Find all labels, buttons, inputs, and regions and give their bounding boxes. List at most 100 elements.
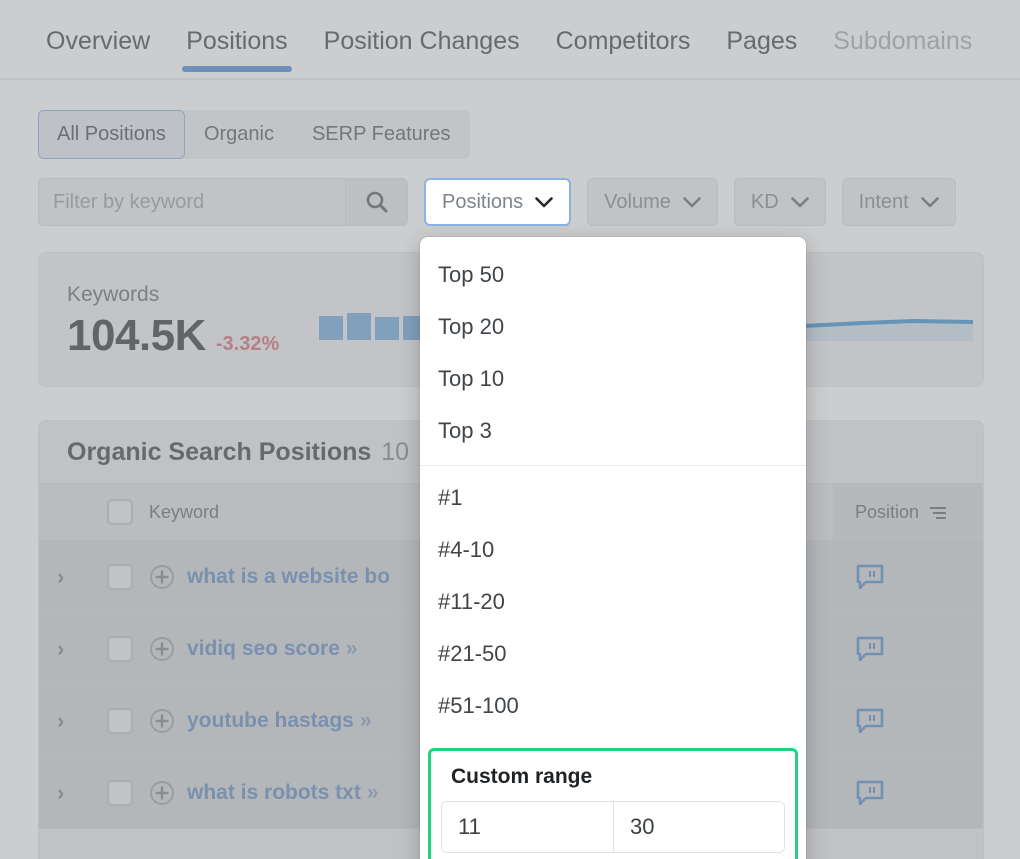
- filter-label: KD: [750, 190, 779, 213]
- vertical-scrollbar[interactable]: [1012, 80, 1020, 859]
- keyword-text: what is robots txt: [187, 780, 361, 804]
- dropdown-item-top-20[interactable]: Top 20: [420, 301, 806, 353]
- positions-filter-dropdown-menu: Top 50 Top 20 Top 10 Top 3 #1 #4-10 #11-…: [420, 237, 806, 859]
- tab-label: Position Changes: [323, 27, 520, 55]
- keyword-link[interactable]: vidiq seo score»: [187, 637, 358, 661]
- chevron-down-icon: [790, 196, 809, 207]
- sparkline-bar: [319, 316, 343, 340]
- add-to-keyword-manager-icon[interactable]: [149, 564, 175, 590]
- tab-label: Competitors: [555, 27, 691, 55]
- sparkline-bar: [375, 317, 399, 340]
- row-checkbox[interactable]: [107, 779, 133, 806]
- dropdown-item-label: Top 3: [438, 418, 492, 443]
- dropdown-item-label: Top 50: [438, 262, 505, 287]
- dropdown-item-top-3[interactable]: Top 3: [420, 405, 806, 457]
- select-all-checkbox[interactable]: [107, 499, 133, 525]
- metric-value-row: 104.5K -3.32%: [67, 311, 279, 361]
- add-to-keyword-manager-icon[interactable]: [149, 636, 175, 662]
- column-position[interactable]: Position: [833, 484, 983, 540]
- segment-label: Organic: [203, 123, 274, 145]
- segment-label: SERP Features: [311, 123, 451, 145]
- row-expander-icon[interactable]: ›: [39, 564, 64, 589]
- sparkline-bar: [347, 313, 371, 340]
- filter-toolbar: Positions Volume KD Intent: [38, 178, 956, 226]
- tab-pages[interactable]: Pages: [708, 17, 815, 78]
- segment-organic[interactable]: Organic: [184, 110, 293, 159]
- dropdown-item-rank-51-100[interactable]: #51-100: [420, 680, 806, 732]
- column-position-label: Position: [855, 501, 920, 522]
- browser-viewport: Overview Positions Position Changes Comp…: [0, 0, 1020, 859]
- dropdown-item-rank-4-10[interactable]: #4-10: [420, 524, 806, 576]
- filter-positions-dropdown[interactable]: Positions: [424, 178, 572, 226]
- segment-serp-features[interactable]: SERP Features: [292, 110, 470, 159]
- row-expander-icon[interactable]: ›: [39, 636, 64, 661]
- dropdown-item-label: Top 20: [438, 314, 505, 339]
- featured-snippet-icon[interactable]: [855, 779, 885, 807]
- tab-label: Pages: [726, 27, 798, 55]
- dropdown-item-rank-1[interactable]: #1: [420, 472, 806, 524]
- custom-range-inputs: [441, 801, 785, 853]
- custom-range-section: Custom range: [428, 748, 798, 859]
- dropdown-item-top-10[interactable]: Top 10: [420, 353, 806, 405]
- custom-range-from-input[interactable]: [442, 802, 613, 852]
- dropdown-item-top-50[interactable]: Top 50: [420, 249, 806, 301]
- row-expander-icon[interactable]: ›: [39, 708, 64, 733]
- positions-type-segmented-control: All Positions Organic SERP Features: [38, 110, 470, 159]
- metric-label: Keywords: [67, 283, 160, 306]
- tab-competitors[interactable]: Competitors: [538, 17, 709, 78]
- row-checkbox[interactable]: [107, 635, 133, 662]
- chevron-down-icon: [535, 196, 553, 207]
- keyword-link[interactable]: youtube hastags»: [187, 709, 372, 733]
- tab-label: Positions: [186, 27, 288, 55]
- column-select-all[interactable]: [91, 499, 149, 525]
- filter-kd-dropdown[interactable]: KD: [733, 178, 826, 226]
- section-tabs: Overview Positions Position Changes Comp…: [0, 0, 1020, 80]
- featured-snippet-icon[interactable]: [855, 563, 885, 591]
- segment-all-positions[interactable]: All Positions: [38, 110, 185, 159]
- tab-subdomains[interactable]: Subdomains: [815, 17, 990, 78]
- keyword-link[interactable]: what is a website bo: [187, 565, 396, 589]
- sort-icon: [930, 507, 947, 519]
- dropdown-item-label: #21-50: [438, 641, 507, 666]
- row-checkbox[interactable]: [107, 707, 133, 734]
- filter-label: Intent: [858, 190, 909, 213]
- keyword-serp-arrows: »: [359, 708, 372, 732]
- dropdown-item-label: #1: [438, 485, 463, 510]
- tab-overview[interactable]: Overview: [28, 17, 168, 78]
- add-to-keyword-manager-icon[interactable]: [149, 780, 175, 806]
- table-title: Organic Search Positions: [67, 437, 372, 466]
- chevron-down-icon: [920, 196, 939, 207]
- tab-positions[interactable]: Positions: [168, 17, 306, 78]
- search-button[interactable]: [345, 179, 407, 225]
- tab-label: Overview: [46, 27, 151, 55]
- dropdown-item-rank-21-50[interactable]: #21-50: [420, 628, 806, 680]
- featured-snippet-icon[interactable]: [855, 707, 885, 735]
- keyword-text: what is a website bo: [187, 564, 391, 588]
- keyword-link[interactable]: what is robots txt»: [187, 781, 379, 805]
- search-icon: [366, 191, 387, 213]
- filter-intent-dropdown[interactable]: Intent: [841, 178, 956, 226]
- keyword-filter: [38, 178, 408, 226]
- filter-label: Positions: [442, 190, 524, 213]
- dropdown-item-label: Top 10: [438, 366, 505, 391]
- filter-volume-dropdown[interactable]: Volume: [587, 178, 718, 226]
- featured-snippet-icon[interactable]: [855, 635, 885, 663]
- table-count: 10: [381, 437, 410, 466]
- dropdown-item-label: #4-10: [438, 537, 495, 562]
- segment-label: All Positions: [57, 123, 166, 145]
- dropdown-item-label: #11-20: [438, 589, 505, 614]
- custom-range-title: Custom range: [451, 765, 593, 788]
- dropdown-item-rank-11-20[interactable]: #11-20: [420, 576, 806, 628]
- row-checkbox[interactable]: [107, 563, 133, 590]
- dropdown-divider: [420, 465, 806, 466]
- search-input[interactable]: [39, 179, 345, 225]
- custom-range-to-input[interactable]: [613, 802, 784, 852]
- keyword-serp-arrows: »: [345, 636, 358, 660]
- chevron-down-icon: [683, 196, 701, 207]
- add-to-keyword-manager-icon[interactable]: [149, 708, 175, 734]
- keyword-text: youtube hastags: [187, 708, 354, 732]
- metric-value: 104.5K: [67, 311, 206, 360]
- keyword-text: vidiq seo score: [187, 636, 340, 660]
- tab-position-changes[interactable]: Position Changes: [306, 17, 538, 78]
- row-expander-icon[interactable]: ›: [39, 780, 64, 805]
